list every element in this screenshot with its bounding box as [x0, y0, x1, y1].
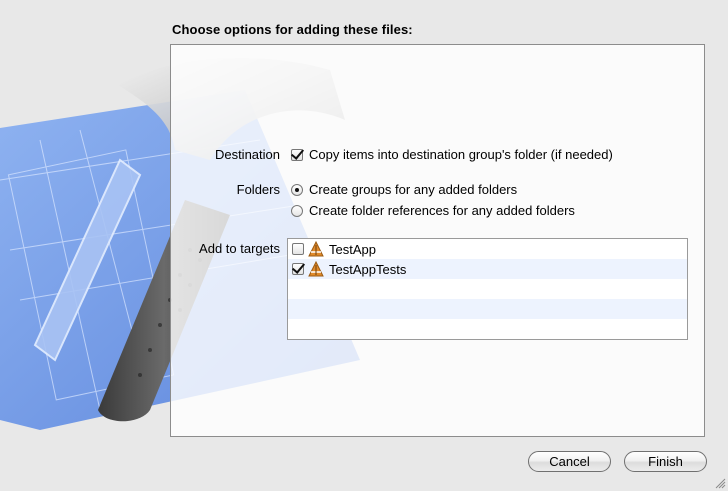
app-icon	[308, 241, 324, 257]
add-to-targets-label: Add to targets	[199, 241, 280, 256]
create-folder-references-option[interactable]: Create folder references for any added f…	[291, 203, 575, 218]
target-name: TestAppTests	[329, 261, 407, 277]
target-name: TestApp	[329, 241, 376, 257]
create-groups-radio[interactable]	[291, 183, 303, 196]
create-folder-references-label: Create folder references for any added f…	[309, 203, 575, 218]
create-groups-label: Create groups for any added folders	[309, 182, 518, 197]
target-testapp-checkbox[interactable]	[292, 243, 304, 255]
cancel-button[interactable]: Cancel	[528, 451, 611, 472]
copy-items-label: Copy items into destination group's fold…	[309, 147, 613, 162]
empty-row	[288, 319, 687, 339]
empty-row	[288, 279, 687, 299]
folders-label: Folders	[236, 182, 280, 197]
destination-label: Destination	[214, 147, 280, 162]
app-icon	[308, 261, 324, 277]
target-row[interactable]: TestApp	[288, 239, 687, 259]
create-folder-references-radio[interactable]	[291, 204, 303, 217]
targets-list[interactable]: TestApp TestAppTests	[287, 238, 688, 340]
resize-grip-icon[interactable]	[715, 478, 726, 489]
dialog-title: Choose options for adding these files:	[172, 22, 413, 37]
target-row[interactable]: TestAppTests	[288, 259, 687, 279]
empty-row	[288, 299, 687, 319]
copy-items-option[interactable]: Copy items into destination group's fold…	[291, 147, 613, 162]
create-groups-option[interactable]: Create groups for any added folders	[291, 182, 517, 197]
copy-items-checkbox[interactable]	[291, 148, 303, 161]
finish-button[interactable]: Finish	[624, 451, 707, 472]
target-testapptests-checkbox[interactable]	[292, 263, 304, 275]
